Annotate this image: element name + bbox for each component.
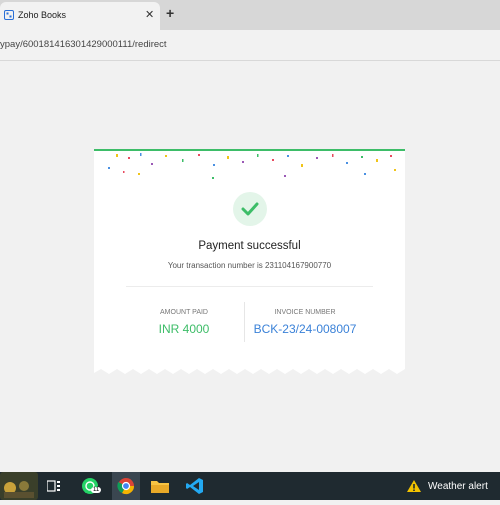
tab-title: Zoho Books — [18, 10, 67, 20]
invoice-number-label: INVOICE NUMBER — [274, 309, 336, 316]
page-content: Payment successful Your transaction numb… — [0, 61, 500, 472]
zoho-books-icon — [4, 10, 14, 20]
transaction-number-text: Your transaction number is 2311041679007… — [167, 261, 332, 270]
browser-tab-strip: Zoho Books ✕ + — [0, 0, 500, 30]
chrome-taskbar-button[interactable] — [112, 472, 140, 500]
file-explorer-icon[interactable] — [151, 479, 169, 493]
weather-alert-label[interactable]: Weather alert — [428, 481, 488, 492]
divider — [126, 286, 373, 287]
payment-receipt-card: Payment successful Your transaction numb… — [94, 149, 405, 369]
whatsapp-unread-badge: 11 — [91, 487, 102, 493]
invoice-number-link[interactable]: BCK-23/24-008007 — [246, 322, 364, 336]
vscode-icon[interactable] — [186, 477, 204, 495]
receipt-torn-edge — [94, 365, 405, 374]
close-tab-icon[interactable]: ✕ — [145, 8, 154, 21]
tab-zoho-books[interactable]: Zoho Books ✕ — [0, 2, 160, 30]
confetti-decoration — [108, 153, 396, 179]
address-url[interactable]: ypay/600181416301429000111/redirect — [0, 39, 167, 50]
task-view-icon[interactable] — [47, 480, 61, 492]
address-bar[interactable]: ypay/600181416301429000111/redirect — [0, 30, 500, 61]
whatsapp-taskbar-button[interactable]: 11 — [80, 476, 104, 496]
amount-paid-value: INR 4000 — [158, 322, 210, 336]
whatsapp-icon — [82, 478, 98, 494]
new-tab-button[interactable]: + — [166, 5, 174, 21]
checkmark-icon — [241, 202, 259, 216]
weather-alert-icon[interactable] — [406, 479, 422, 493]
payment-status-title: Payment successful — [198, 240, 301, 252]
vertical-divider — [244, 302, 245, 342]
chrome-icon — [117, 478, 135, 495]
amount-paid-label: AMOUNT PAID — [160, 309, 208, 316]
success-check-badge — [233, 192, 267, 226]
start-widget-icon[interactable] — [0, 472, 38, 500]
taskbar: 11 Weather alert — [0, 472, 500, 500]
